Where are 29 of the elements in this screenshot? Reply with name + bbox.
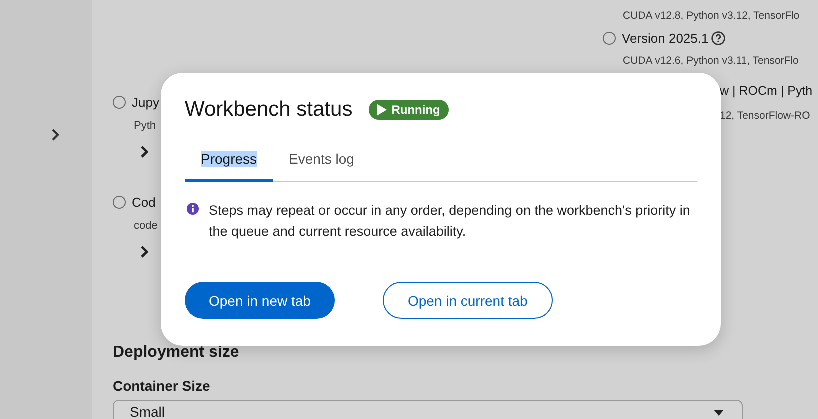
play-icon [376,104,387,116]
tab[interactable]: Events log [273,141,370,182]
option-detail: 12, TensorFlow-RO [720,110,810,122]
option-detail: Pyth [134,120,156,132]
info-icon [186,202,200,216]
size-select[interactable]: Small [113,400,743,419]
option-label: Version 2025.1 [622,30,709,46]
section-title: Deployment size [113,344,240,362]
caret-icon [714,410,724,416]
option-label: w | ROCm | Pyth [720,84,813,98]
status-badge: Running [368,100,450,120]
chevron-right-icon[interactable] [140,246,148,258]
radio-button[interactable] [113,96,126,108]
option-detail: code [134,220,158,232]
option-label: Jupy [132,94,160,110]
open-new-tab-button[interactable]: Open in new tab [185,282,335,319]
chevron-right-icon[interactable] [140,146,148,158]
tab[interactable]: Progress [185,141,274,182]
option-detail: CUDA v12.6, Python v3.11, TensorFlo [623,55,799,67]
field-label: Container Size [113,378,210,394]
radio-button[interactable] [113,196,126,208]
modal-title: Workbench status [185,98,353,122]
option-detail: CUDA v12.8, Python v3.12, TensorFlo [623,10,800,22]
radio-button[interactable] [603,32,616,44]
option-label: Cod [132,194,156,210]
info-message: Steps may repeat or occur in any order, depending on the workbench's priority in the queue and current resource availability. [209,202,692,241]
chevron-right-icon[interactable] [51,129,59,141]
help-icon[interactable] [710,30,726,46]
open-current-tab-button[interactable]: Open in current tab [382,282,553,319]
